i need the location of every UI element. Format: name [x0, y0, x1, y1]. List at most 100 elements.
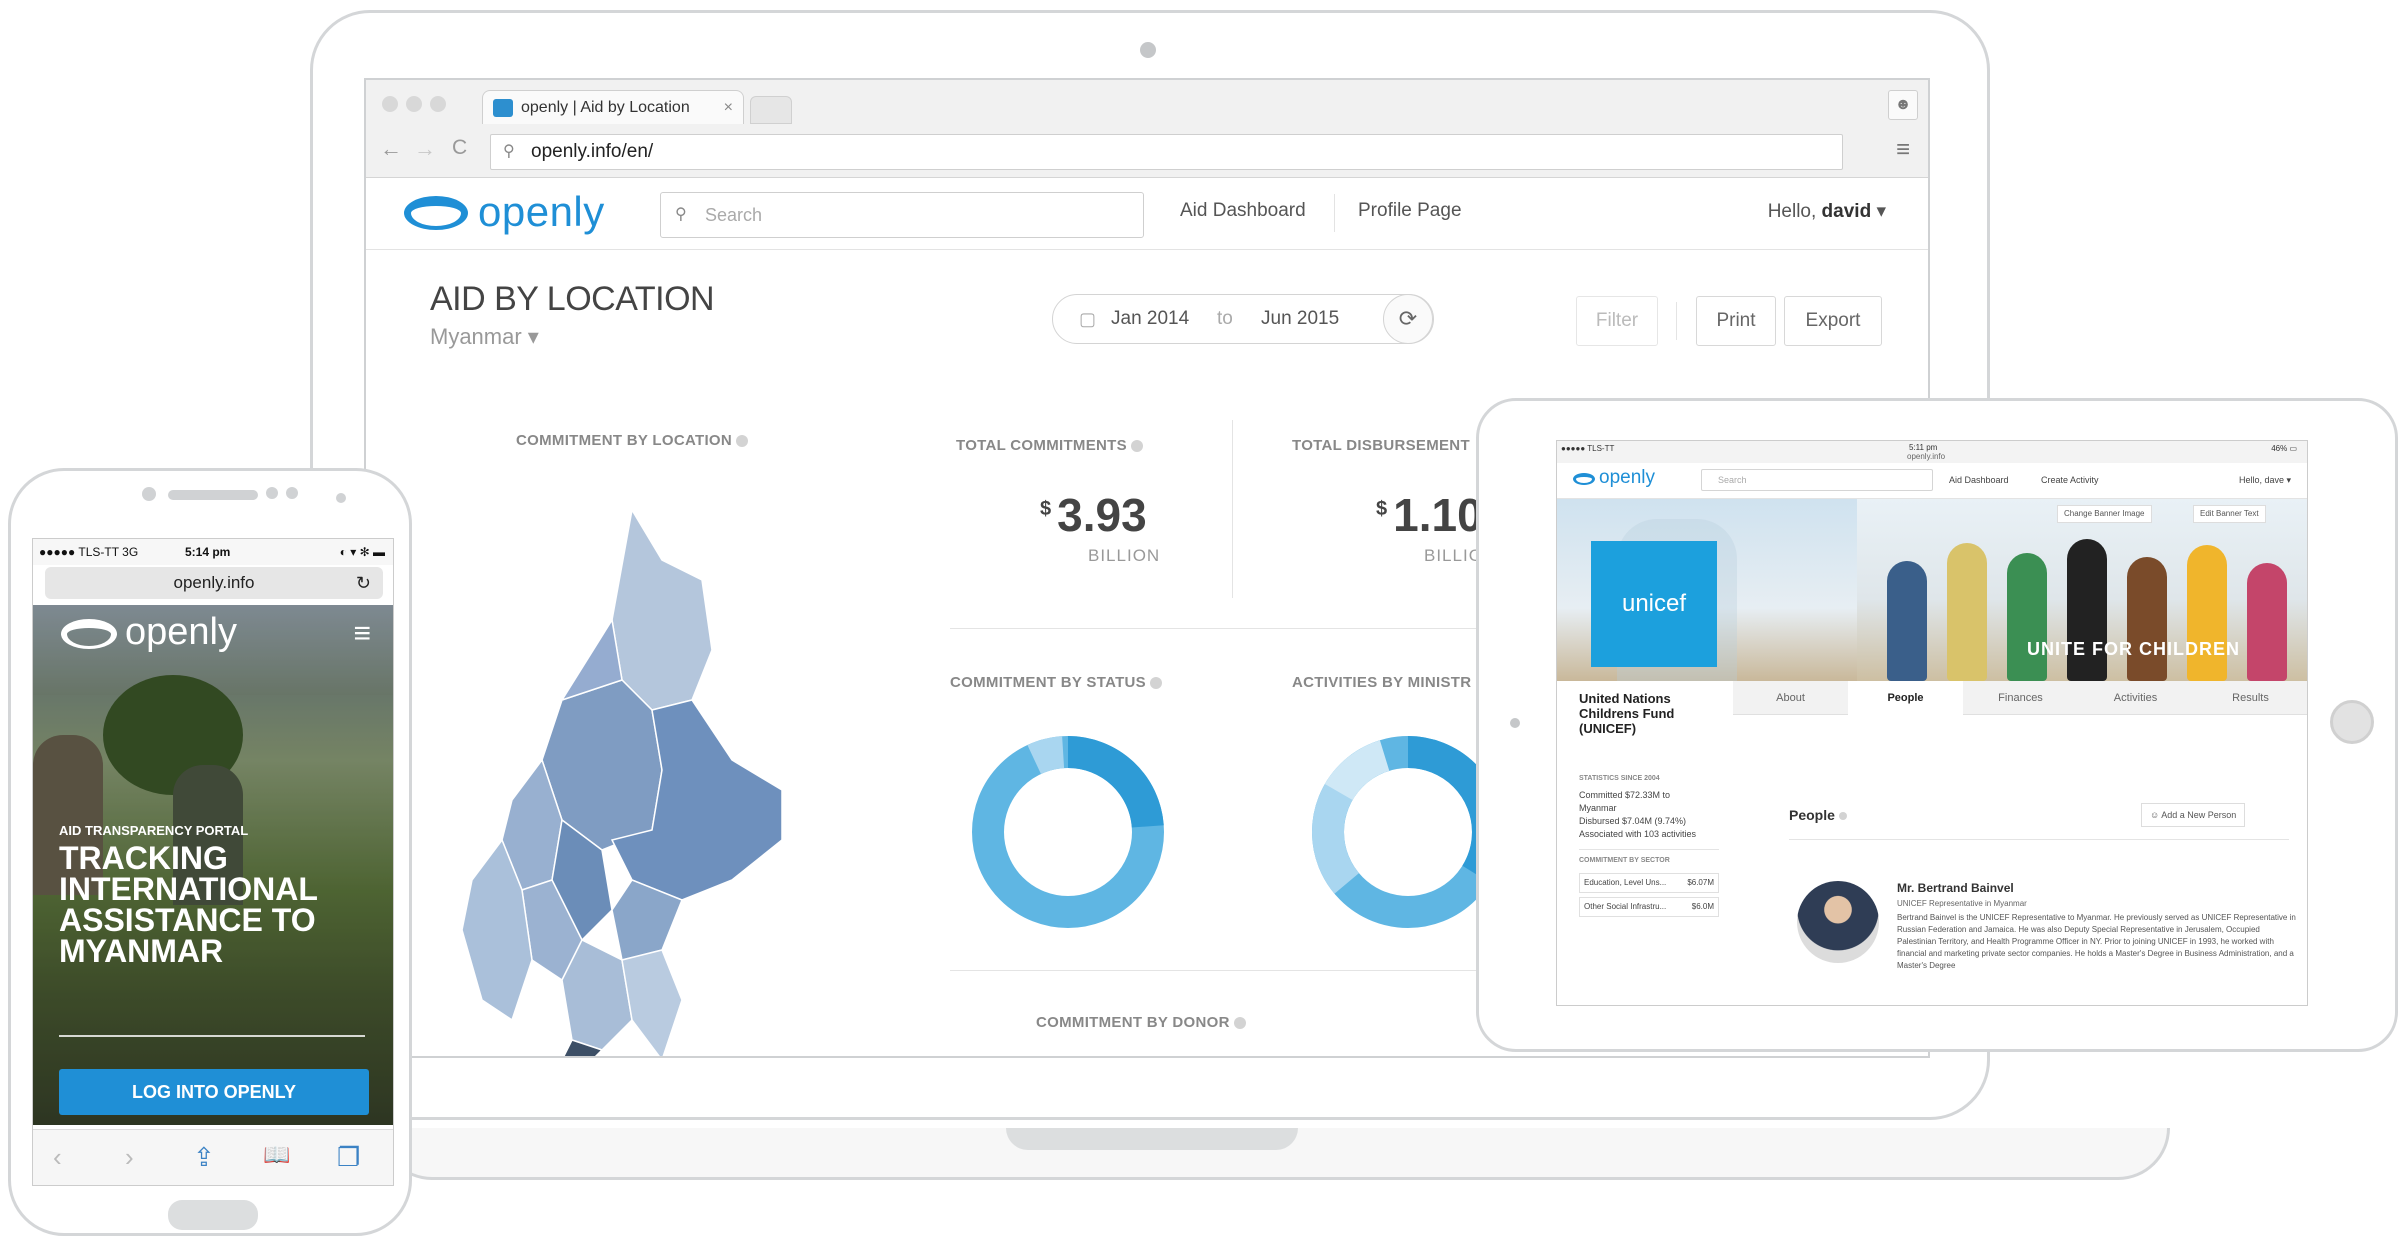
tab-results[interactable]: Results — [2193, 681, 2307, 715]
battery-icon: 46% ▭ — [2271, 444, 2297, 453]
unicef-logo-text: unicef — [1621, 590, 1687, 617]
status-donut-chart[interactable] — [970, 734, 1166, 930]
add-person-button[interactable]: ☺ Add a New Person — [2141, 803, 2246, 827]
nav-profile-page[interactable]: Profile Page — [1358, 200, 1462, 222]
date-range-picker[interactable]: ▢ Jan 2014 to Jun 2015 ⟳ — [1052, 294, 1434, 344]
chevron-down-icon: ▾ — [1876, 201, 1886, 222]
back-arrow-icon[interactable]: ‹ — [53, 1142, 62, 1173]
sector-name: Other Social Infrastru... — [1584, 902, 1667, 911]
banner-slogan: UNITE FOR CHILDREN — [2027, 639, 2240, 659]
user-menu[interactable]: Hello, dave ▾ — [2239, 475, 2291, 486]
nav-create-activity[interactable]: Create Activity — [2041, 475, 2099, 485]
stats-label: STATISTICS SINCE 2004 — [1579, 775, 1660, 782]
tablet-home-button[interactable] — [2330, 700, 2374, 744]
search-icon: ⚲ — [503, 143, 515, 160]
clock: 5:14 pm — [185, 545, 231, 559]
logo-text: openly — [478, 188, 605, 235]
sector-value: $6.07M — [1687, 878, 1714, 887]
change-banner-image-button[interactable]: Change Banner Image — [2057, 505, 2152, 523]
commitment-by-location-label: COMMITMENT BY LOCATION — [516, 432, 749, 449]
hamburger-menu-icon[interactable]: ≡ — [353, 617, 371, 651]
commitment-by-status-label: COMMITMENT BY STATUS — [950, 674, 1162, 691]
tab-finances[interactable]: Finances — [1963, 681, 2078, 715]
sector-name: Education, Level Uns... — [1584, 878, 1667, 887]
date-from[interactable]: Jan 2014 — [1111, 295, 1189, 343]
share-icon[interactable]: ⇪ — [193, 1142, 215, 1173]
clock: 5:11 pm — [1909, 443, 1938, 452]
totals-divider — [1232, 420, 1233, 598]
add-person-label: Add a New Person — [2161, 810, 2237, 820]
bookmarks-icon[interactable]: 📖 — [263, 1142, 290, 1168]
login-button[interactable]: LOG INTO OPENLY — [59, 1069, 369, 1115]
total-disbursements-value: $1.10 — [1376, 488, 1483, 542]
tab-about[interactable]: About — [1733, 681, 1848, 715]
info-icon[interactable] — [1130, 440, 1143, 453]
section-label-text: TOTAL COMMITMENTS — [956, 437, 1127, 454]
myanmar-map[interactable] — [452, 500, 832, 1058]
stats-line: Disbursed $7.04M (9.74%) — [1579, 816, 1687, 826]
tab-activities[interactable]: Activities — [2078, 681, 2193, 715]
back-arrow-icon[interactable]: ← — [380, 136, 402, 162]
search-input[interactable]: ⚲ Search — [660, 192, 1144, 238]
divider — [1789, 839, 2289, 840]
safari-toolbar: ‹ › ⇪ 📖 ❐ — [33, 1129, 393, 1185]
add-person-icon: ☺ — [2150, 810, 2162, 820]
new-tab-button[interactable] — [750, 96, 792, 124]
country-dropdown[interactable]: Myanmar ▾ — [430, 324, 539, 350]
commitment-by-donor-label: COMMITMENT BY DONOR — [1036, 1014, 1246, 1031]
date-to[interactable]: Jun 2015 — [1261, 295, 1339, 343]
hero-divider — [59, 1035, 365, 1037]
address-bar[interactable]: ⚲ openly.info/en/ — [490, 134, 1843, 170]
address-bar[interactable]: openly.info ↻ — [45, 567, 383, 599]
calendar-icon: ▢ — [1079, 309, 1097, 329]
export-button[interactable]: Export — [1784, 296, 1882, 346]
page-title: AID BY LOCATION — [430, 280, 715, 318]
logo-text[interactable]: openly — [1599, 467, 1655, 489]
browser-menu-icon[interactable]: ≡ — [1896, 136, 1910, 164]
tablet-status-bar: ●●●●● TLS-TT 5:11 pm openly.info 46% ▭ — [1557, 441, 2307, 463]
window-close-dot[interactable] — [382, 96, 398, 112]
browser-tab[interactable]: openly | Aid by Location × — [482, 90, 744, 124]
tablet-app-header: openly Search Aid Dashboard Create Activ… — [1557, 463, 2307, 499]
reload-icon[interactable]: ↻ — [356, 567, 371, 599]
sector-row: Other Social Infrastru... $6.0M — [1579, 897, 1719, 917]
address-url: openly.info/en/ — [531, 141, 654, 162]
user-name: david — [1821, 201, 1872, 222]
edit-banner-text-button[interactable]: Edit Banner Text — [2193, 505, 2266, 523]
activities-by-ministry-label: ACTIVITIES BY MINISTR — [1292, 674, 1472, 691]
user-menu[interactable]: Hello, david ▾ — [1768, 200, 1886, 223]
nav-aid-dashboard[interactable]: Aid Dashboard — [1180, 200, 1306, 222]
search-input[interactable]: Search — [1701, 469, 1933, 491]
forward-arrow-icon[interactable]: → — [414, 136, 436, 162]
refresh-icon[interactable]: ⟳ — [1383, 294, 1433, 344]
print-button[interactable]: Print — [1696, 296, 1776, 346]
tabs-icon[interactable]: ❐ — [337, 1142, 360, 1173]
section-label-text: COMMITMENT BY STATUS — [950, 674, 1146, 691]
info-icon[interactable] — [1150, 677, 1162, 690]
window-zoom-dot[interactable] — [430, 96, 446, 112]
window-minimize-dot[interactable] — [406, 96, 422, 112]
status-icons: ◐ ▾ ✻ ▬ — [339, 545, 385, 559]
info-icon[interactable] — [736, 435, 749, 448]
logo-text[interactable]: openly — [125, 611, 237, 654]
phone-status-bar: ●●●●● TLS-TT 3G 5:14 pm ◐ ▾ ✻ ▬ — [33, 539, 393, 565]
openly-logo-icon — [61, 619, 117, 649]
phone-home-button[interactable] — [168, 1200, 258, 1230]
info-icon[interactable] — [1838, 812, 1847, 821]
status-url: openly.info — [1907, 452, 1946, 461]
search-placeholder: Search — [705, 205, 763, 225]
filter-button[interactable]: Filter — [1576, 296, 1658, 346]
total-disbursements-unit: BILLIO — [1424, 546, 1483, 565]
tab-people[interactable]: People — [1848, 681, 1963, 715]
reload-icon[interactable]: C — [452, 136, 467, 160]
profile-icon[interactable]: ☻ — [1888, 90, 1918, 120]
child-figure — [2127, 557, 2167, 681]
person-name[interactable]: Mr. Bertrand Bainvel — [1897, 881, 2014, 895]
stats-block: Committed $72.33M to Myanmar Disbursed $… — [1579, 789, 1719, 841]
forward-arrow-icon[interactable]: › — [125, 1142, 134, 1173]
info-icon[interactable] — [1233, 1017, 1246, 1030]
nav-aid-dashboard[interactable]: Aid Dashboard — [1949, 475, 2009, 485]
carrier: ●●●●● TLS-TT 3G — [39, 545, 139, 559]
total-commitments-label: TOTAL COMMITMENTS — [956, 437, 1143, 454]
tab-close-icon[interactable]: × — [724, 91, 733, 125]
